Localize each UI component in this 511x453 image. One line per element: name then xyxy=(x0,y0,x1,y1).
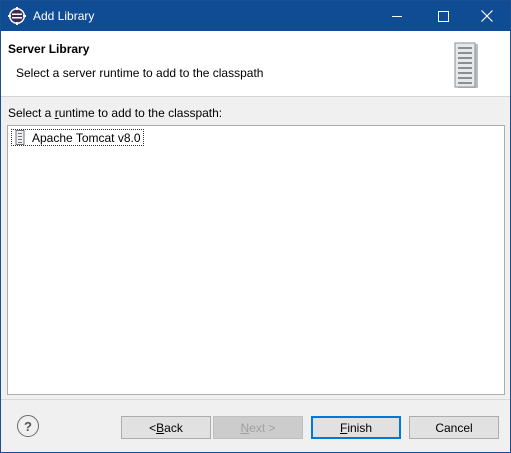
runtime-list[interactable]: Apache Tomcat v8.0 xyxy=(7,125,505,395)
page-description: Select a server runtime to add to the cl… xyxy=(16,66,264,80)
help-icon: ? xyxy=(24,418,32,434)
runtime-list-label: Select a runtime to add to the classpath… xyxy=(8,106,223,120)
close-button[interactable] xyxy=(464,1,510,31)
maximize-button[interactable] xyxy=(420,1,466,31)
dialog-body: Select a runtime to add to the classpath… xyxy=(1,98,510,398)
runtime-item-apache-tomcat[interactable]: Apache Tomcat v8.0 xyxy=(11,129,144,146)
finish-button[interactable]: Finish xyxy=(311,416,401,439)
page-title: Server Library xyxy=(8,42,90,56)
footer-separator xyxy=(1,399,510,400)
add-library-dialog: Add Library Server Library Select a serv… xyxy=(0,0,511,453)
close-icon xyxy=(481,10,493,22)
maximize-icon xyxy=(437,10,449,22)
back-button[interactable]: < Back xyxy=(121,416,211,439)
window-title: Add Library xyxy=(33,9,95,23)
next-button[interactable]: Next > xyxy=(213,416,303,439)
server-runtime-icon xyxy=(13,130,27,145)
help-button[interactable]: ? xyxy=(17,415,39,437)
minimize-icon xyxy=(392,11,402,21)
server-icon xyxy=(452,42,482,90)
runtime-item-label: Apache Tomcat v8.0 xyxy=(32,130,141,145)
minimize-button[interactable] xyxy=(374,1,420,31)
eclipse-app-icon xyxy=(8,7,26,25)
title-bar[interactable]: Add Library xyxy=(1,1,510,31)
wizard-banner: Server Library Select a server runtime t… xyxy=(1,31,510,97)
cancel-button[interactable]: Cancel xyxy=(409,416,499,439)
